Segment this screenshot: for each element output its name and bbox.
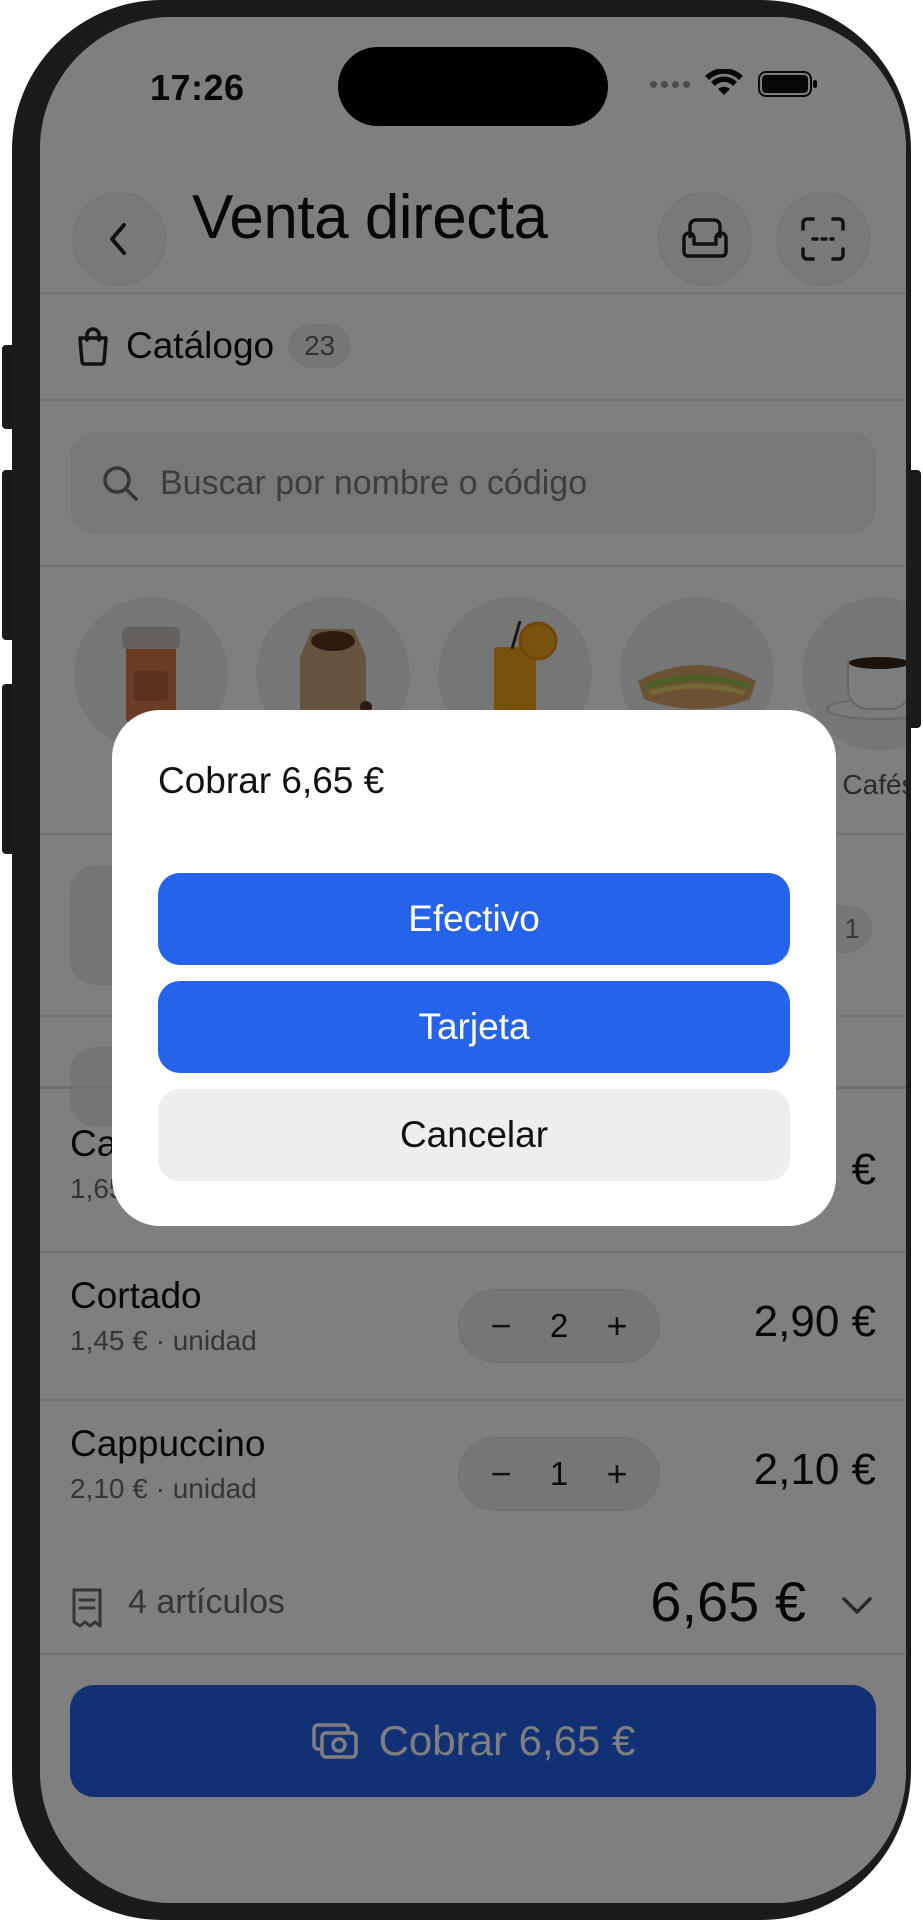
cancel-button[interactable]: Cancelar	[158, 1089, 790, 1181]
cash-button[interactable]: Efectivo	[158, 873, 790, 965]
dialog-title: Cobrar 6,65 €	[158, 760, 385, 801]
dynamic-island	[338, 47, 608, 126]
phone-frame: 17:26 Venta directa	[12, 0, 911, 1920]
screen: 17:26 Venta directa	[40, 17, 906, 1903]
payment-dialog: Cobrar 6,65 € Efectivo Tarjeta Cancelar	[112, 710, 836, 1226]
card-button[interactable]: Tarjeta	[158, 981, 790, 1073]
